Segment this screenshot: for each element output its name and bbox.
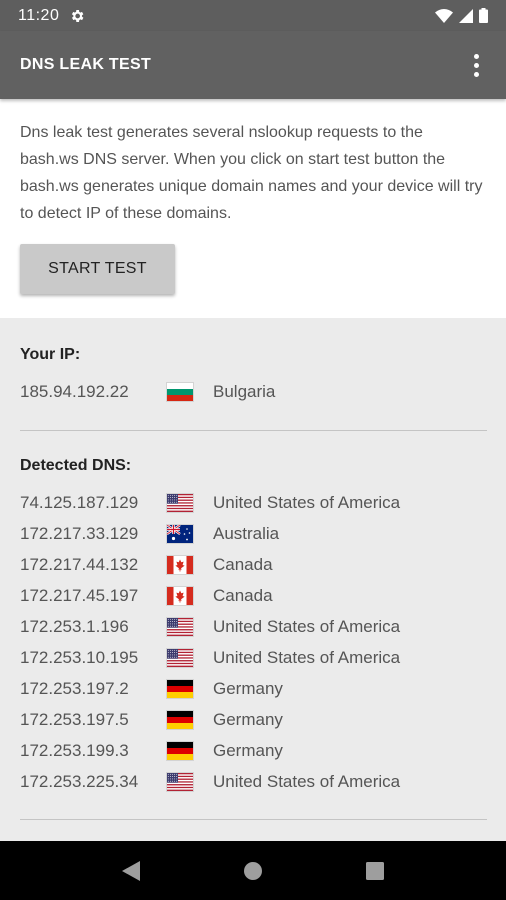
dns-ip-address: 172.253.10.195: [20, 648, 139, 667]
status-time: 11:20: [18, 6, 60, 24]
cellular-signal-icon: [459, 8, 473, 23]
wifi-icon: [435, 8, 453, 23]
dns-list-item: 74.125.187.129 United States of America: [20, 491, 400, 515]
back-triangle-icon: [122, 860, 140, 881]
dns-list-item: 172.217.33.129 Australia: [20, 522, 279, 546]
dns-list-item: 172.253.197.5 Germany: [20, 708, 283, 732]
home-button[interactable]: [233, 851, 273, 891]
dns-country-name: United States of America: [213, 772, 401, 791]
dns-country-name: Australia: [213, 524, 280, 543]
country-name: Bulgaria: [213, 382, 276, 401]
flag-germany-icon: [167, 742, 193, 760]
description-text: Dns leak test generates several nslookup…: [20, 124, 483, 222]
flag-usa-icon: [167, 773, 193, 791]
system-nav-bar: [0, 841, 506, 900]
dns-ip-address: 172.253.1.196: [20, 617, 129, 636]
dns-country-name: United States of America: [213, 648, 401, 667]
divider: [20, 430, 487, 431]
recents-button[interactable]: [355, 851, 395, 891]
app-title: DNS LEAK TEST: [20, 56, 152, 73]
dns-country-name: Germany: [213, 741, 283, 760]
dns-list-item: 172.253.225.34 United States of America: [20, 770, 400, 794]
flag-usa-icon: [167, 618, 193, 636]
dns-ip-address: 172.253.225.34: [20, 772, 139, 791]
more-vert-icon: [473, 53, 479, 59]
back-button[interactable]: [111, 851, 151, 891]
dns-list-item: 172.253.197.2 Germany: [20, 677, 283, 701]
intro-section: Dns leak test generates several nslookup…: [0, 99, 506, 318]
flag-germany-icon: [167, 711, 193, 729]
battery-icon: [479, 8, 488, 23]
dns-country-name: United States of America: [213, 617, 401, 636]
results-section: Your IP: 185.94.192.22 Bulgaria Detected…: [0, 318, 506, 841]
dns-list-item: 172.217.44.132 Canada: [20, 553, 273, 577]
dns-country-name: Germany: [213, 679, 283, 698]
flag-bulgaria-icon: [167, 383, 193, 401]
app-bar: DNS LEAK TEST: [0, 31, 506, 99]
dns-country-name: Germany: [213, 710, 283, 729]
dns-ip-address: 172.217.33.129: [20, 524, 139, 543]
dns-ip-address: 172.217.44.132: [20, 555, 139, 574]
flag-usa-icon: [167, 649, 193, 667]
status-bar: 11:20: [0, 0, 506, 31]
overflow-menu-button[interactable]: [466, 50, 486, 80]
start-test-button[interactable]: START TEST: [20, 244, 175, 294]
divider: [20, 819, 487, 820]
flag-australia-icon: [167, 525, 193, 543]
flag-usa-icon: [167, 494, 193, 512]
dns-country-name: Canada: [213, 555, 273, 574]
dns-ip-address: 172.217.45.197: [20, 586, 139, 605]
settings-gear-icon: [72, 9, 84, 22]
ip-address: 185.94.192.22: [20, 382, 129, 401]
dns-ip-address: 172.253.199.3: [20, 741, 129, 760]
your-ip-row: 185.94.192.22 Bulgaria: [20, 380, 275, 404]
detected-dns-label: Detected DNS:: [20, 457, 132, 474]
dns-list-item: 172.253.10.195 United States of America: [20, 646, 400, 670]
dns-list-item: 172.253.1.196 United States of America: [20, 615, 400, 639]
flag-canada-icon: [167, 556, 193, 574]
dns-country-name: Canada: [213, 586, 273, 605]
flag-canada-icon: [167, 587, 193, 605]
dns-ip-address: 172.253.197.2: [20, 679, 129, 698]
dns-ip-address: 172.253.197.5: [20, 710, 129, 729]
dns-country-name: United States of America: [213, 493, 401, 512]
your-ip-label: Your IP:: [20, 346, 81, 363]
dns-list-item: 172.217.45.197 Canada: [20, 584, 273, 608]
home-circle-icon: [244, 861, 262, 880]
dns-list-item: 172.253.199.3 Germany: [20, 739, 283, 763]
flag-germany-icon: [167, 680, 193, 698]
dns-ip-address: 74.125.187.129: [20, 493, 139, 512]
recents-square-icon: [366, 861, 384, 880]
